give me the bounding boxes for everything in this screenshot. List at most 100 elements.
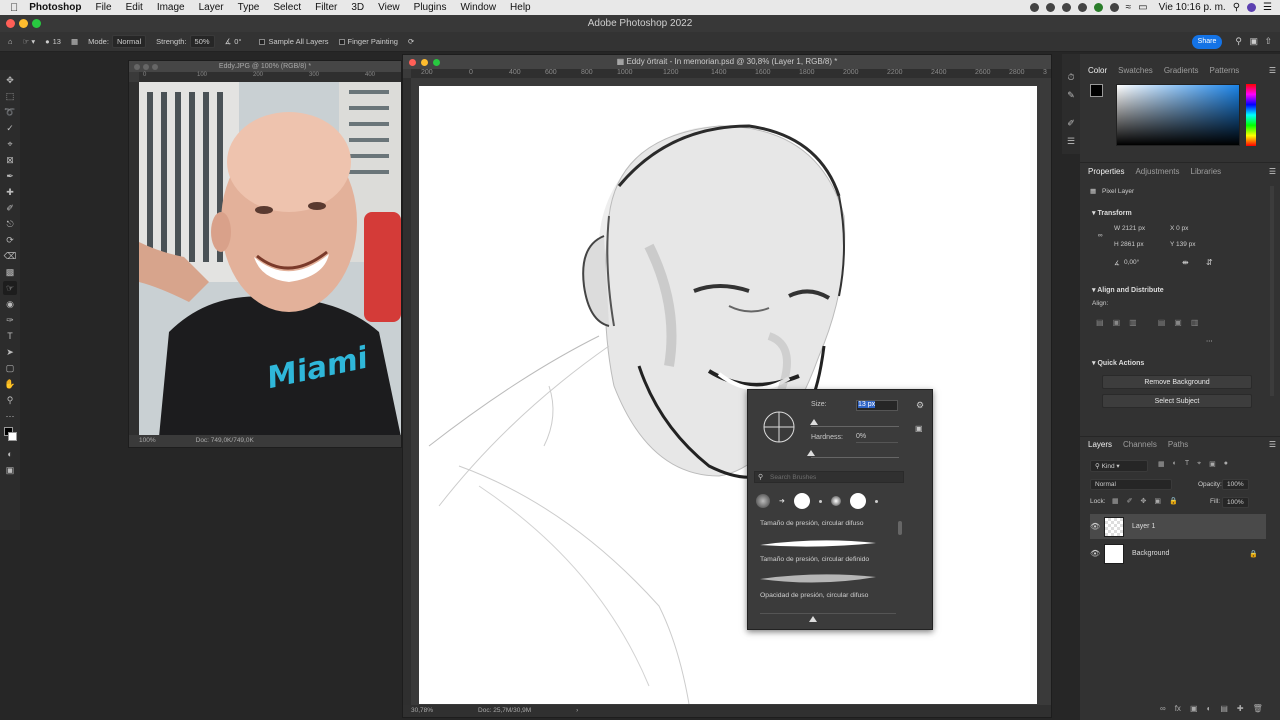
align-center-icon[interactable]: ▣ <box>1113 318 1121 327</box>
quick-mask-icon[interactable]: ◐ <box>3 447 17 461</box>
tab-properties[interactable]: Properties <box>1088 167 1124 181</box>
align-left-icon[interactable]: ▤ <box>1096 318 1104 327</box>
zoom-window-button[interactable] <box>32 19 41 28</box>
drawing-canvas[interactable] <box>419 86 1037 704</box>
close-window-button[interactable] <box>134 64 140 70</box>
lock-transparent-icon[interactable]: ▦ <box>1112 497 1119 505</box>
recent-brush-hard[interactable] <box>793 493 810 509</box>
main-zoom-level[interactable]: 30,78% <box>411 707 433 715</box>
type-filter-icon[interactable]: T <box>1185 460 1189 468</box>
pixel-filter-icon[interactable]: ▦ <box>1158 460 1165 468</box>
menu-filter[interactable]: Filter <box>308 2 344 13</box>
clone-stamp-tool-icon[interactable]: ⎋ <box>3 217 17 231</box>
screen-mode-icon[interactable]: ▣ <box>3 463 17 477</box>
layer-row-layer-1[interactable]: 👁 Layer 1 <box>1090 514 1266 539</box>
tab-gradients[interactable]: Gradients <box>1164 66 1199 80</box>
wifi-icon[interactable]: ≈ <box>1126 2 1132 13</box>
brush-list-scrollbar[interactable] <box>898 521 902 535</box>
siri-icon[interactable] <box>1247 3 1257 12</box>
height-field[interactable]: H 2861 px <box>1114 241 1144 248</box>
mode-dropdown[interactable]: Normal <box>111 35 147 48</box>
apple-icon[interactable]:  <box>0 2 22 14</box>
vertical-ruler[interactable] <box>403 78 411 705</box>
strength-field[interactable]: 50% <box>189 35 215 48</box>
background-color-swatch[interactable] <box>8 432 17 441</box>
menu-3d[interactable]: 3D <box>344 2 371 13</box>
gradient-tool-icon[interactable]: ▩ <box>3 265 17 279</box>
type-tool-icon[interactable]: T <box>3 329 17 343</box>
search-icon[interactable]: ⚲ <box>1233 2 1240 13</box>
tray-icon[interactable] <box>1061 3 1071 12</box>
zoom-window-button[interactable] <box>433 59 440 66</box>
close-window-button[interactable] <box>6 19 15 28</box>
pen-tool-icon[interactable]: ✑ <box>3 313 17 327</box>
color-swatches[interactable] <box>3 425 17 445</box>
main-window-title-bar[interactable]: ▦ Eddy ōrtrait - In memorian.psd @ 30,8%… <box>403 55 1051 69</box>
menu-file[interactable]: File <box>88 2 118 13</box>
align-middle-icon[interactable]: ▣ <box>1174 318 1182 327</box>
recent-brush-tiny[interactable] <box>874 499 878 503</box>
brush-size-picker[interactable]: ● 13 <box>45 37 61 46</box>
hardness-slider-thumb[interactable] <box>807 450 815 456</box>
brush-preset-item[interactable]: Opacidad de presión, circular difuso <box>760 592 868 599</box>
visibility-eye-icon[interactable]: 👁 <box>1090 549 1100 558</box>
brush-settings-icon[interactable]: ▦ <box>71 37 78 46</box>
minimize-window-button[interactable] <box>19 19 28 28</box>
finger-painting-checkbox[interactable] <box>338 38 345 45</box>
add-mask-icon[interactable]: ▣ <box>1190 704 1198 713</box>
tab-swatches[interactable]: Swatches <box>1118 66 1153 80</box>
crop-tool-icon[interactable]: ⌖ <box>3 137 17 151</box>
hardness-slider[interactable] <box>811 457 899 458</box>
tab-paths[interactable]: Paths <box>1168 440 1188 454</box>
brush-angle-preview[interactable] <box>762 410 796 444</box>
menu-image[interactable]: Image <box>150 2 192 13</box>
tab-color[interactable]: Color <box>1088 66 1107 80</box>
horizontal-ruler[interactable]: 0 100 200 300 400 <box>139 72 401 82</box>
menu-type[interactable]: Type <box>231 2 267 13</box>
tray-icon[interactable] <box>1077 3 1087 12</box>
adjustment-layer-icon[interactable]: ◐ <box>1207 704 1212 713</box>
tab-patterns[interactable]: Patterns <box>1210 66 1240 80</box>
tray-icon[interactable] <box>1109 3 1119 12</box>
layer-name[interactable]: Layer 1 <box>1132 523 1155 530</box>
color-picker-field[interactable] <box>1116 84 1240 146</box>
history-brush-tool-icon[interactable]: ⟳ <box>3 233 17 247</box>
smudge-tool-preset-icon[interactable]: ☞ ▾ <box>23 37 36 46</box>
gear-icon[interactable]: ⚙ <box>916 400 924 411</box>
lasso-tool-icon[interactable]: ➰ <box>3 105 17 119</box>
dodge-tool-icon[interactable]: ◉ <box>3 297 17 311</box>
menu-view[interactable]: View <box>371 2 407 13</box>
flip-vertical-icon[interactable]: ⇵ <box>1206 258 1213 267</box>
tray-icon[interactable] <box>1045 3 1055 12</box>
recent-brush-small[interactable] <box>818 499 822 503</box>
layer-style-icon[interactable]: fx <box>1175 704 1181 713</box>
reference-doc-info[interactable]: Doc: 749,0K/749,0K <box>196 437 254 445</box>
size-slider-thumb[interactable] <box>809 419 818 425</box>
search-brushes-input[interactable]: Search Brushes <box>754 471 904 483</box>
quick-select-tool-icon[interactable]: ✓ <box>3 121 17 135</box>
tab-channels[interactable]: Channels <box>1123 440 1157 454</box>
horizontal-ruler[interactable]: 200 0 400 600 800 1000 1200 1400 1600 18… <box>411 69 1051 78</box>
history-panel-icon[interactable]: ⏱ <box>1064 70 1078 84</box>
recent-brush-stroke[interactable]: ➜ <box>779 497 785 505</box>
new-group-icon[interactable]: ▤ <box>1220 704 1228 713</box>
properties-scrollbar[interactable] <box>1270 186 1274 396</box>
layer-row-background[interactable]: 👁 Background 🔒 <box>1090 541 1266 566</box>
healing-tool-icon[interactable]: ✚ <box>3 185 17 199</box>
comments-panel-icon[interactable]: ✎ <box>1064 88 1078 102</box>
panel-menu-icon[interactable]: ☰ <box>1269 167 1276 176</box>
zoom-window-button[interactable] <box>152 64 158 70</box>
remove-background-button[interactable]: Remove Background <box>1102 375 1252 389</box>
align-top-icon[interactable]: ▤ <box>1158 318 1166 327</box>
x-field[interactable]: X 0 px <box>1170 225 1188 232</box>
smudge-tool-icon[interactable]: ☞ <box>3 281 17 295</box>
tab-libraries[interactable]: Libraries <box>1191 167 1222 181</box>
menu-app-photoshop[interactable]: Photoshop <box>22 2 88 13</box>
menubar-clock[interactable]: Vie 10:16 p. m. <box>1159 2 1226 13</box>
size-slider[interactable] <box>811 426 899 427</box>
tray-icon[interactable] <box>1093 3 1103 12</box>
lock-position-icon[interactable]: ✥ <box>1141 497 1147 505</box>
select-subject-button[interactable]: Select Subject <box>1102 394 1252 408</box>
panel-menu-icon[interactable]: ☰ <box>1269 440 1276 449</box>
angle-field[interactable]: 0° <box>234 37 241 46</box>
